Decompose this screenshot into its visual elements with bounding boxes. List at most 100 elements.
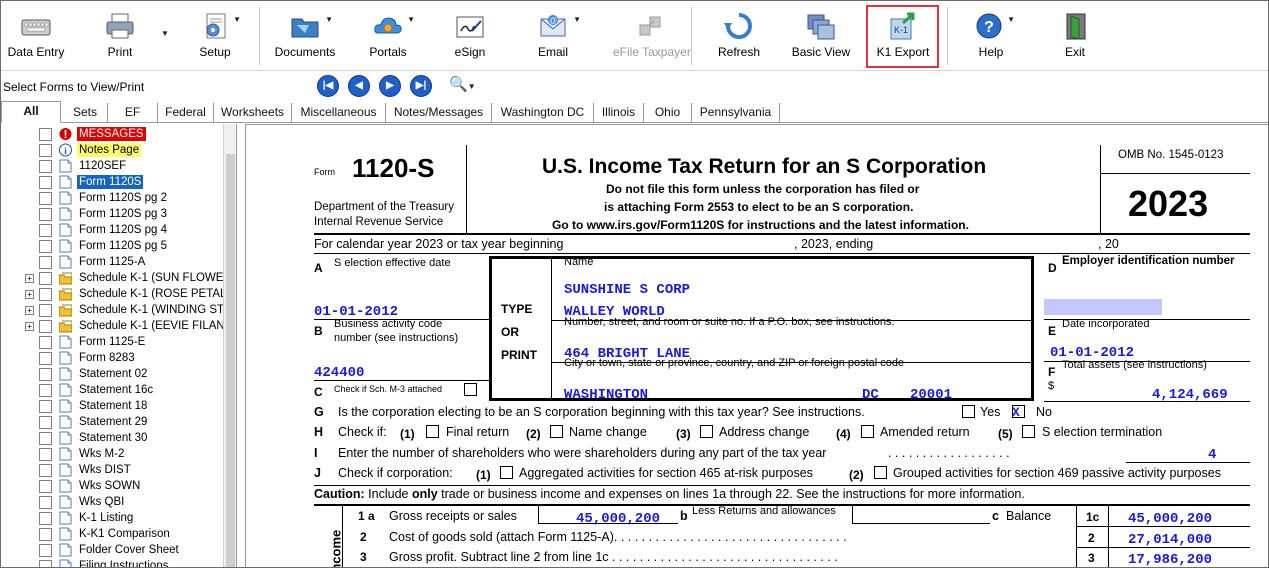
tree-item-checkbox[interactable]: [39, 528, 52, 541]
schedule-m3-checkbox[interactable]: [464, 383, 477, 396]
aggregated-activities-checkbox[interactable]: [500, 466, 513, 479]
tree-item-checkbox[interactable]: [39, 560, 52, 567]
tree-item-checkbox[interactable]: [39, 256, 52, 269]
help-button[interactable]: ? ▼ Help: [963, 5, 1019, 67]
tree-item[interactable]: 1120SEF: [1, 158, 236, 174]
tree-item-checkbox[interactable]: [39, 240, 52, 253]
tree-item-checkbox[interactable]: [39, 368, 52, 381]
tree-item-checkbox[interactable]: [39, 400, 52, 413]
tree-item[interactable]: Statement 18: [1, 398, 236, 414]
scrollbar-thumb[interactable]: [226, 154, 235, 567]
tree-item-checkbox[interactable]: [39, 192, 52, 205]
state-field[interactable]: DC: [862, 387, 879, 403]
tree-item-checkbox[interactable]: [39, 208, 52, 221]
expand-icon[interactable]: +: [25, 322, 34, 331]
amended-return-checkbox[interactable]: [861, 425, 874, 438]
tree-item-checkbox[interactable]: [39, 304, 52, 317]
last-page-button[interactable]: ▶|: [410, 75, 432, 97]
tab-ohio[interactable]: Ohio: [644, 103, 692, 123]
tree-item[interactable]: Form 1120S pg 2: [1, 190, 236, 206]
tab-worksheets[interactable]: Worksheets: [214, 103, 292, 123]
tree-item[interactable]: K-K1 Comparison: [1, 526, 236, 542]
tree-item-checkbox[interactable]: [39, 384, 52, 397]
tree-item[interactable]: Form 1120S pg 4: [1, 222, 236, 238]
city-field[interactable]: WASHINGTON: [564, 387, 648, 403]
gross-receipts-field[interactable]: 45,000,200: [576, 511, 660, 527]
documents-button[interactable]: ▼ Documents: [273, 5, 337, 67]
tab-sets[interactable]: Sets: [63, 103, 108, 123]
tree-item[interactable]: Statement 16c: [1, 382, 236, 398]
previous-page-button[interactable]: ◀: [348, 75, 370, 97]
tree-item-checkbox[interactable]: [39, 336, 52, 349]
returns-allowances-field[interactable]: [852, 506, 990, 524]
tab-federal[interactable]: Federal: [158, 103, 214, 123]
tree-item-checkbox[interactable]: [39, 352, 52, 365]
tree-item[interactable]: + Schedule K-1 (EEVIE FILANO: [1, 318, 236, 334]
tree-item[interactable]: i Notes Page: [1, 142, 236, 158]
balance-field[interactable]: 45,000,200: [1128, 511, 1212, 527]
zip-field[interactable]: 20001: [910, 387, 952, 403]
tab-illinois[interactable]: Illinois: [594, 103, 644, 123]
tree-item-checkbox[interactable]: [39, 432, 52, 445]
tree-item-checkbox[interactable]: [39, 128, 52, 141]
business-code-field[interactable]: 424400: [314, 365, 364, 381]
tree-item[interactable]: Wks QBI: [1, 494, 236, 510]
tree-item-checkbox[interactable]: [39, 224, 52, 237]
tree-item[interactable]: Form 1120S pg 5: [1, 238, 236, 254]
s-election-termination-checkbox[interactable]: [1022, 425, 1035, 438]
tree-item-checkbox[interactable]: [39, 480, 52, 493]
sidebar-scrollbar[interactable]: [223, 124, 236, 567]
tree-item-checkbox[interactable]: [39, 544, 52, 557]
tree-item[interactable]: MESSAGES: [1, 126, 236, 142]
ein-field[interactable]: [1044, 299, 1162, 315]
tree-item[interactable]: Form 8283: [1, 350, 236, 366]
tree-item-checkbox[interactable]: [39, 496, 52, 509]
zoom-button[interactable]: 🔍▼: [449, 75, 483, 97]
print-button[interactable]: Print: [89, 5, 151, 67]
tree-item-checkbox[interactable]: [39, 320, 52, 333]
tree-item-checkbox[interactable]: [39, 176, 52, 189]
gross-profit-field[interactable]: 17,986,200: [1128, 552, 1212, 567]
tab-notes-messages[interactable]: Notes/Messages: [386, 103, 492, 123]
final-return-checkbox[interactable]: [426, 425, 439, 438]
tree-item[interactable]: Filing Instructions: [1, 558, 236, 567]
tree-item-checkbox[interactable]: [39, 272, 52, 285]
shareholders-count-field[interactable]: 4: [1208, 447, 1216, 463]
tree-item-checkbox[interactable]: [39, 448, 52, 461]
cost-of-goods-field[interactable]: 27,014,000: [1128, 532, 1212, 548]
expand-icon[interactable]: +: [25, 306, 34, 315]
print-dropdown[interactable]: ▼: [159, 5, 173, 67]
tree-item-checkbox[interactable]: [39, 288, 52, 301]
data-entry-button[interactable]: Data Entry: [3, 5, 69, 67]
tree-item-checkbox[interactable]: [39, 160, 52, 173]
tree-item-checkbox[interactable]: [39, 144, 52, 157]
expand-icon[interactable]: +: [25, 274, 34, 283]
tree-item[interactable]: Form 1120S pg 3: [1, 206, 236, 222]
tree-item[interactable]: + Schedule K-1 (ROSE PETALS: [1, 286, 236, 302]
next-page-button[interactable]: ▶: [379, 75, 401, 97]
address-change-checkbox[interactable]: [700, 425, 713, 438]
tab-miscellaneous[interactable]: Miscellaneous: [292, 103, 386, 123]
efile-taxpayer-button[interactable]: eFile Taxpayer: [613, 5, 691, 67]
tree-item[interactable]: Form 1125-E: [1, 334, 236, 350]
tree-item[interactable]: Wks SOWN: [1, 478, 236, 494]
tree-item[interactable]: Statement 02: [1, 366, 236, 382]
tree-item[interactable]: + Schedule K-1 (SUN FLOWER: [1, 270, 236, 286]
tree-item[interactable]: + Schedule K-1 (WINDING STA: [1, 302, 236, 318]
tree-item-checkbox[interactable]: [39, 512, 52, 525]
esign-button[interactable]: eSign: [441, 5, 499, 67]
tab-washington-dc[interactable]: Washington DC: [492, 103, 594, 123]
tab-all-forms[interactable]: All Forms: [1, 101, 61, 136]
name-change-checkbox[interactable]: [550, 425, 563, 438]
portals-button[interactable]: ▼ Portals: [359, 5, 417, 67]
corporation-name-field[interactable]: SUNSHINE S CORP: [564, 282, 690, 298]
exit-button[interactable]: Exit: [1051, 5, 1099, 67]
tree-item-checkbox[interactable]: [39, 416, 52, 429]
basic-view-button[interactable]: Basic View: [787, 5, 855, 67]
first-page-button[interactable]: |◀: [317, 75, 339, 97]
tree-item[interactable]: Form 1120S: [1, 174, 236, 190]
tree-item[interactable]: Folder Cover Sheet: [1, 542, 236, 558]
expand-icon[interactable]: +: [25, 290, 34, 299]
tree-item[interactable]: Wks DIST: [1, 462, 236, 478]
setup-button[interactable]: ▼ Setup: [187, 5, 243, 67]
